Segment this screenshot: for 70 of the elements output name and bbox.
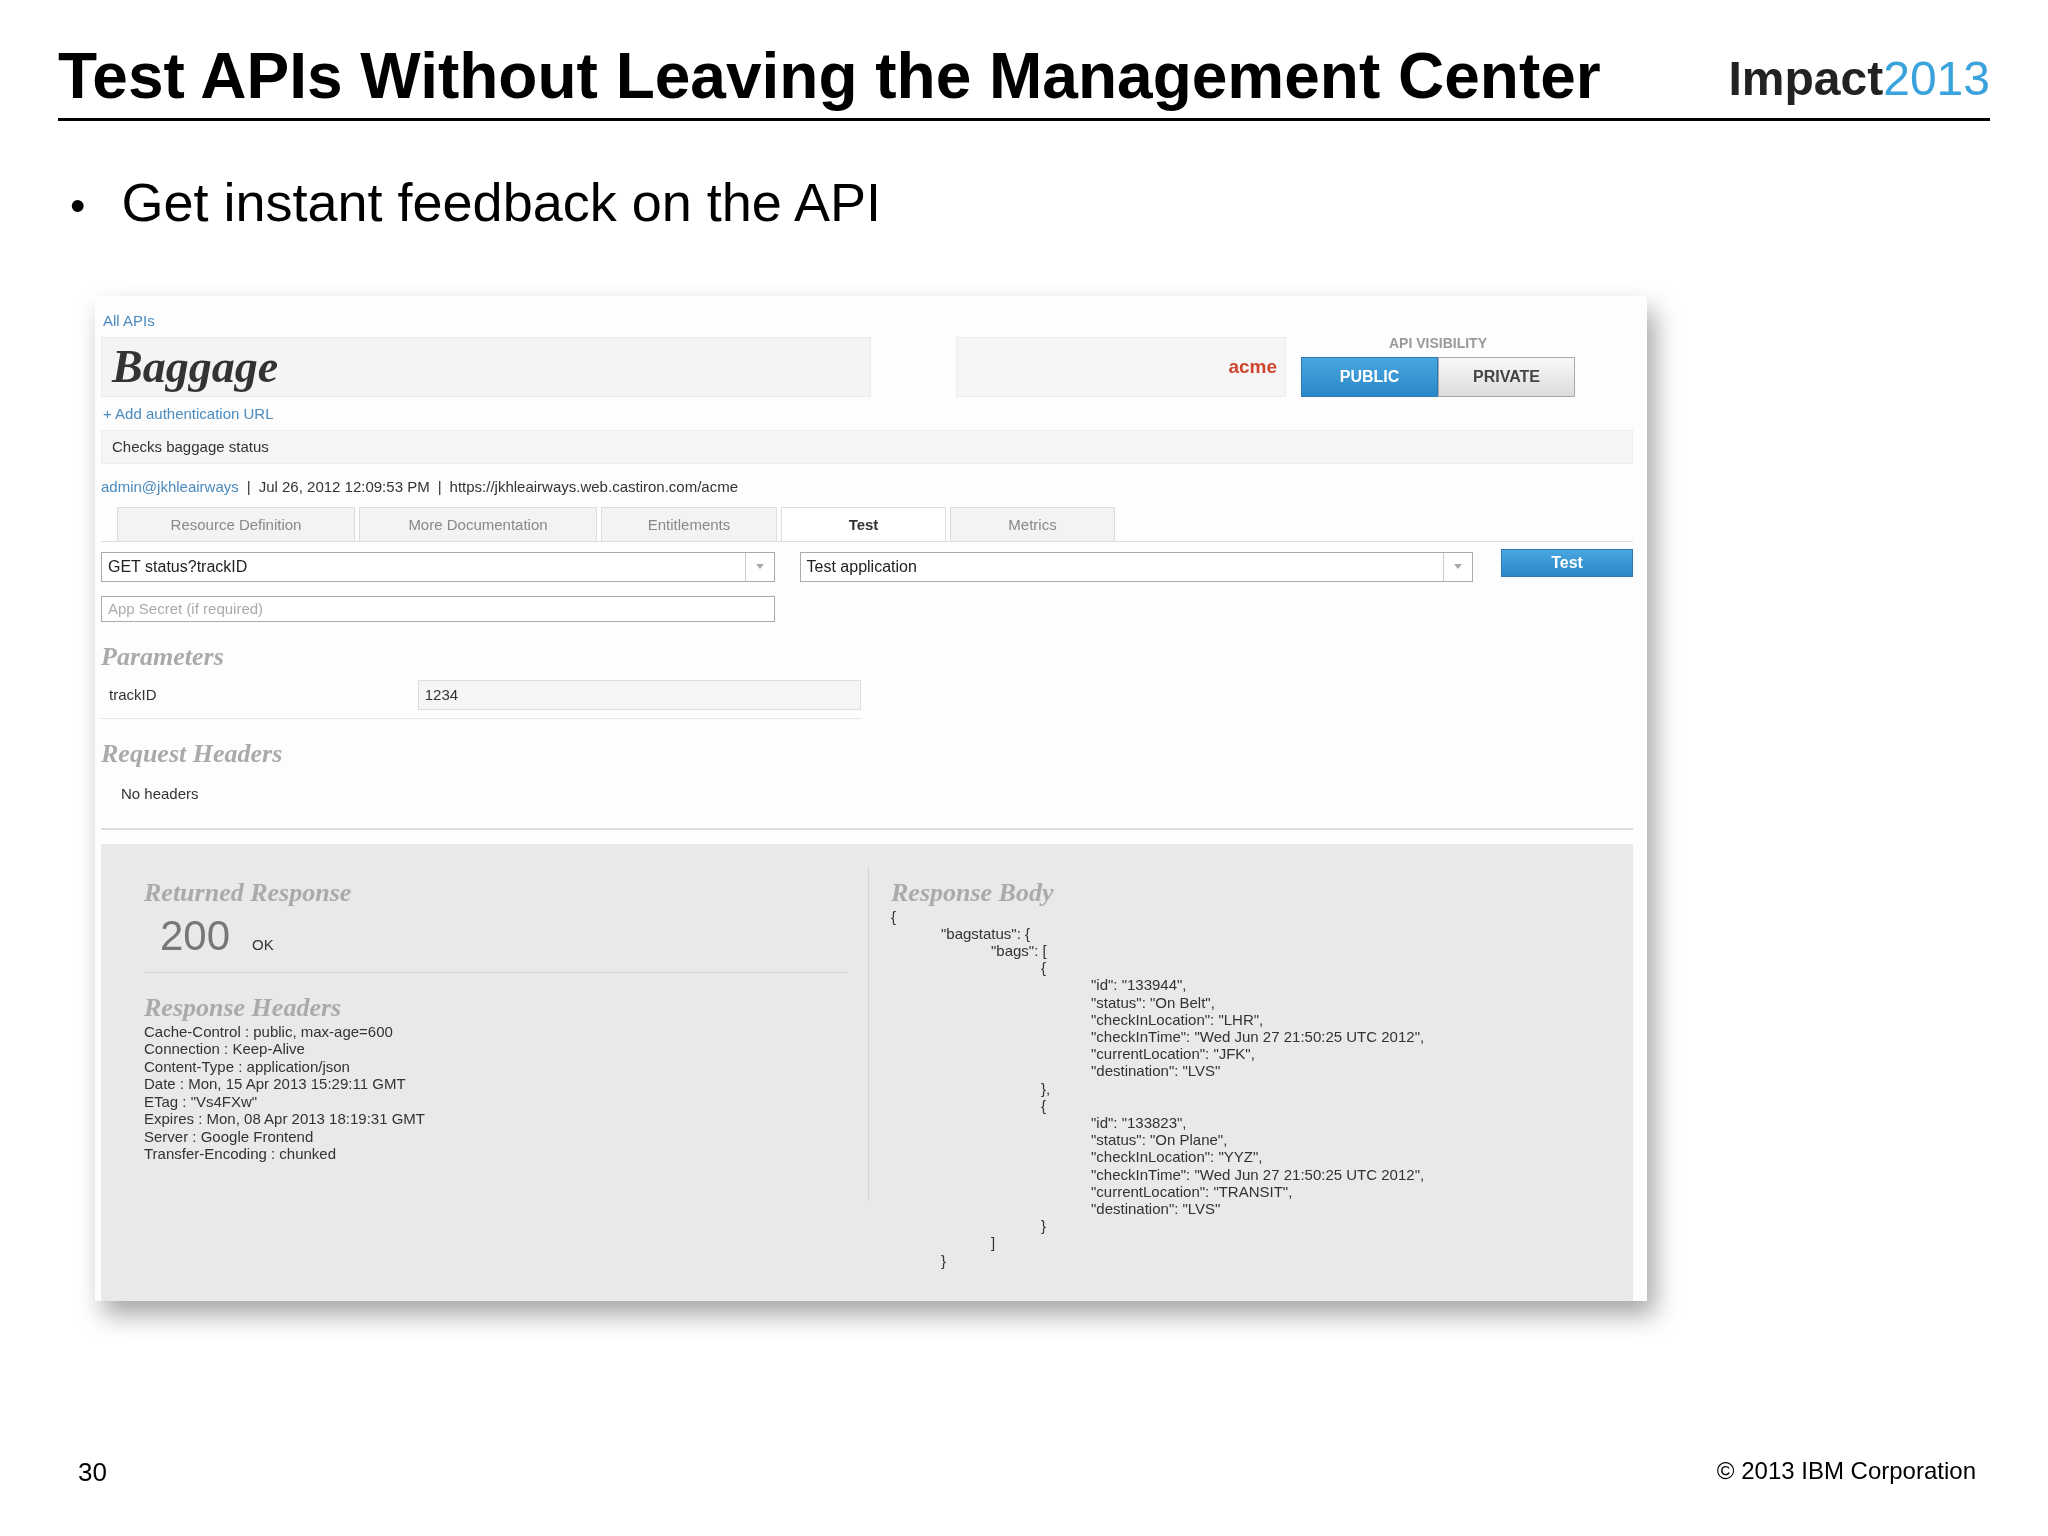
header-line: Expires : Mon, 08 Apr 2013 18:19:31 GMT <box>144 1110 426 1128</box>
code-line: "checkInTime": "Wed Jun 27 21:50:25 UTC 2012", <box>1091 1165 1425 1183</box>
visibility-label: API VISIBILITY <box>1389 334 1487 351</box>
tab[interactable]: Entitlements <box>601 506 777 541</box>
header-line: Transfer-Encoding : chunked <box>144 1145 338 1163</box>
logo-word: Impact <box>1728 50 1884 106</box>
caret-down-icon <box>1454 564 1463 570</box>
tab[interactable]: Metrics <box>950 506 1115 541</box>
code-line: "destination": "LVS" <box>1091 1062 1221 1080</box>
visibility-option[interactable]: PUBLIC <box>1301 356 1438 397</box>
code-line: } <box>1041 1217 1046 1235</box>
meta-text: https://jkhleairways.web.castiron.com/acme <box>449 477 738 495</box>
code-line: "currentLocation": "JFK", <box>1091 1045 1255 1063</box>
code-line: ] <box>991 1234 996 1252</box>
header-line: Connection : Keep-Alive <box>144 1040 306 1058</box>
bullet-text: Get instant feedback on the API <box>121 170 881 233</box>
parameter-value-field[interactable]: 1234 <box>417 679 861 710</box>
code-line: { <box>891 907 896 925</box>
code-line: "checkInLocation": "YYZ", <box>1091 1148 1263 1166</box>
add-auth-link[interactable]: + Add authentication URL <box>103 404 274 422</box>
app-secret-field[interactable]: App Secret (if required) <box>101 595 775 622</box>
status-text: OK <box>252 935 274 953</box>
tab[interactable]: Test <box>781 506 946 541</box>
parameter-name: trackID <box>108 686 158 704</box>
section-heading: Returned Response <box>144 877 353 908</box>
breadcrumb-link[interactable]: All APIs <box>103 311 155 329</box>
caret-down-icon <box>755 564 764 570</box>
separator-text: | <box>246 477 251 495</box>
description-field[interactable]: Checks baggage status <box>101 429 1633 464</box>
header-line: ETag : "Vs4FXw" <box>144 1092 259 1111</box>
bullet-mark: • <box>70 180 86 231</box>
header-line: Date : Mon, 15 Apr 2013 15:29:11 GMT <box>144 1075 407 1093</box>
header-line: Cache-Control : public, max-age=600 <box>144 1022 394 1041</box>
api-name[interactable]: Baggage <box>101 336 871 397</box>
section-heading: Response Body <box>891 877 1055 908</box>
copyright-text: © 2013 IBM Corporation <box>1716 1457 1976 1486</box>
code-line: "checkInTime": "Wed Jun 27 21:50:25 UTC 2012", <box>1091 1028 1425 1045</box>
code-line: "id": "133944", <box>1091 976 1187 994</box>
code-line: "id": "133823", <box>1091 1114 1187 1132</box>
user-link[interactable]: admin@jkhleairways <box>101 477 239 495</box>
code-line: "bagstatus": { <box>941 924 1031 942</box>
code-line: { <box>1041 959 1046 977</box>
tab[interactable]: More Documentation <box>359 506 597 541</box>
page-number: 30 <box>78 1457 107 1488</box>
code-line: { <box>1041 1096 1046 1114</box>
section-heading: Parameters <box>101 641 224 672</box>
separator-text: | <box>437 477 442 495</box>
code-line: "destination": "LVS" <box>1091 1200 1221 1218</box>
resource-select[interactable]: GET status?trackID <box>101 551 775 582</box>
code-line: "bags": [ <box>991 942 1047 959</box>
status-code: 200 <box>160 911 231 960</box>
test-button[interactable]: Test <box>1501 548 1633 577</box>
code-line: }, <box>1041 1079 1051 1097</box>
no-headers-text: No headers <box>121 784 199 802</box>
code-line: "status": "On Belt", <box>1091 993 1215 1011</box>
tab[interactable]: Resource Definition <box>117 506 355 541</box>
code-line: } <box>941 1251 946 1269</box>
owner-field[interactable]: acme <box>956 336 1286 397</box>
application-select[interactable]: Test application <box>799 551 1474 582</box>
code-line: "currentLocation": "TRANSIT", <box>1091 1182 1293 1200</box>
header-line: Content-Type : application/json <box>144 1057 351 1076</box>
header-line: Server : Google Frontend <box>144 1127 315 1146</box>
section-heading: Response Headers <box>144 992 343 1023</box>
meta-text: Jul 26, 2012 12:09:53 PM <box>258 477 430 495</box>
section-heading: Request Headers <box>101 738 283 769</box>
logo-year: 2013 <box>1883 50 1990 106</box>
visibility-option[interactable]: PRIVATE <box>1438 356 1575 397</box>
code-line: "checkInLocation": "LHR", <box>1091 1010 1264 1028</box>
slide-title: Test APIs Without Leaving the Management Center <box>58 40 1601 114</box>
code-line: "status": "On Plane", <box>1091 1131 1228 1149</box>
